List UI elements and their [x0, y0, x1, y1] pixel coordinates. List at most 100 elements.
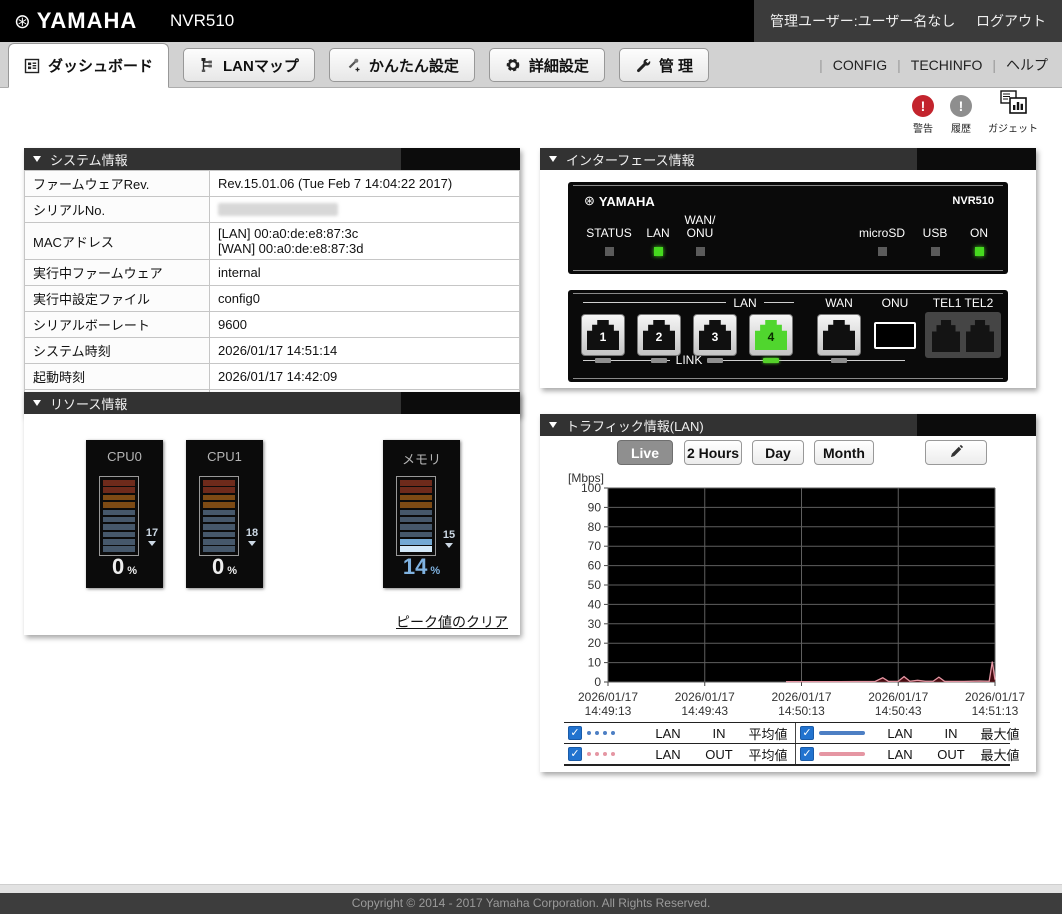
gauge-segment: [203, 516, 235, 523]
panel-line: [708, 360, 905, 361]
gauge-percent: 0: [211, 554, 225, 579]
gauge-segment: [103, 487, 135, 493]
brand-text: YAMAHA: [36, 8, 138, 33]
table-row: 実行中設定ファイル config0: [24, 285, 520, 312]
row-value: internal: [209, 259, 520, 286]
tab-nav-4[interactable]: 管 理: [618, 48, 710, 82]
legend-stat: 平均値: [748, 726, 788, 742]
peak-marker: 18: [241, 527, 263, 546]
table-row: システム時刻 2026/01/17 14:51:14: [24, 337, 520, 364]
gadget-button[interactable]: ガジェット: [988, 90, 1038, 135]
user-box: 管理ユーザー:ユーザー名なし ログアウト: [754, 0, 1062, 42]
warning-icon: !: [912, 95, 934, 117]
device-model: NVR510: [952, 195, 994, 207]
row-value: 2026/01/17 14:51:14: [209, 337, 520, 364]
svg-text:20: 20: [588, 636, 602, 650]
gauge-segment: [203, 509, 235, 515]
user-info: 管理ユーザー:ユーザー名なし: [770, 13, 956, 29]
tel2-jack: [966, 320, 994, 352]
link-led-wan: [831, 358, 847, 363]
port-number: 3: [711, 330, 719, 344]
rj45-jack: [823, 320, 855, 350]
svg-text:90: 90: [588, 500, 602, 514]
legend-direction: IN: [712, 725, 726, 741]
gauge-segment: [103, 480, 135, 486]
device-brand-text: YAMAHA: [598, 193, 655, 209]
led-indicator: [930, 247, 940, 256]
interface-info-header[interactable]: インターフェース情報: [540, 148, 1036, 170]
svg-text:10: 10: [588, 656, 602, 670]
led-wan: WAN/ONU: [661, 212, 739, 256]
legend-checkbox-lan-in-max[interactable]: [800, 726, 814, 740]
nav-link-config[interactable]: CONFIG: [833, 57, 887, 73]
collapse-icon: [33, 156, 41, 162]
history-button[interactable]: ! 履歴: [950, 95, 972, 135]
tel1-jack: [932, 320, 960, 352]
traffic-body: Live 2 Hours Day Month 0 10 20 30 40 50 60 70 80 90 1…: [540, 436, 1036, 772]
legend-checkbox-lan-out-max[interactable]: [800, 747, 814, 761]
tab-label: 詳細設定: [528, 57, 589, 75]
gauge-segment: [400, 502, 432, 508]
gauge-segment: [203, 487, 235, 493]
tab-nav-3[interactable]: 詳細設定: [488, 48, 605, 82]
gauge-segment: [203, 502, 235, 508]
gauge-segment: [103, 531, 135, 538]
traffic-range-day[interactable]: Day: [752, 440, 804, 465]
edit-traffic-button[interactable]: [925, 440, 987, 465]
collapse-icon: [33, 400, 41, 406]
gauge-unit: %: [430, 565, 441, 577]
device-front-panel: ⊛ YAMAHA NVR510 STATUS LAN WAN/ONU microSD U…: [568, 182, 1008, 274]
traffic-info-header[interactable]: トラフィック情報(LAN): [540, 414, 1036, 436]
gauge-unit: %: [227, 565, 238, 577]
logout-link[interactable]: ログアウト: [976, 11, 1046, 31]
gauge-title: CPU0: [107, 449, 142, 464]
warning-button[interactable]: ! 警告: [912, 95, 934, 135]
port-number: 2: [655, 330, 663, 344]
legend-stat: 平均値: [748, 747, 788, 763]
model-title: NVR510: [170, 11, 235, 30]
row-value: 2026/01/17 14:42:09: [209, 363, 520, 390]
resource-info-header[interactable]: リソース情報: [24, 392, 520, 414]
svg-text:14:51:13: 14:51:13: [972, 704, 1019, 718]
table-row: 実行中ファームウェア internal: [24, 259, 520, 286]
peak-marker: 17: [141, 528, 163, 547]
gauge-segment: [400, 546, 432, 552]
legend-group: LAN OUT 最大値: [795, 744, 1027, 764]
legend-direction: OUT: [705, 746, 733, 762]
led-indicator: [974, 247, 984, 256]
tab-label: LANマップ: [223, 57, 299, 75]
gauge-segment: [103, 494, 135, 501]
tab-dashboard[interactable]: ダッシュボード: [8, 43, 170, 88]
gauge-value: 14%: [383, 554, 460, 580]
quick-icon-label: 履歴: [951, 124, 971, 135]
gauge-segment: [103, 539, 135, 545]
history-icon: !: [950, 95, 972, 117]
tab-nav-2[interactable]: かんたん設定: [328, 48, 475, 82]
led-label: ON: [970, 226, 988, 240]
legend-checkbox-lan-in-avg[interactable]: [568, 726, 582, 740]
legend-checkbox-lan-out-avg[interactable]: [568, 747, 582, 761]
gauge-percent: 14: [402, 554, 428, 579]
gauge-segment: [203, 546, 235, 552]
gauge-bar: [396, 476, 436, 556]
traffic-range-month[interactable]: Month: [814, 440, 874, 465]
gauge-bar: [199, 476, 239, 556]
gauge-cpu0: CPU0 17 0%: [86, 440, 163, 588]
legend-direction: IN: [944, 725, 958, 741]
clear-peak-link[interactable]: ピーク値のクリア: [396, 612, 508, 632]
nav-link-techinfo[interactable]: TECHINFO: [911, 57, 983, 73]
legend-group: LAN IN 平均値: [564, 723, 795, 743]
nav-link-ヘルプ[interactable]: ヘルプ: [1006, 55, 1048, 75]
svg-text:80: 80: [588, 520, 602, 534]
tab-nav-1[interactable]: LANマップ: [183, 48, 315, 82]
gauge-segment: [400, 516, 432, 523]
panel-title: インターフェース情報: [566, 152, 695, 168]
lan-port-1: 1: [581, 314, 625, 356]
gauge-segment: [103, 546, 135, 552]
system-info-header[interactable]: システム情報: [24, 148, 520, 170]
traffic-range-2-hours[interactable]: 2 Hours: [684, 440, 742, 465]
traffic-range-live[interactable]: Live: [617, 440, 673, 465]
row-label: 起動時刻: [24, 363, 210, 390]
panel-line: [583, 302, 726, 303]
table-row: シリアルボーレート 9600: [24, 311, 520, 338]
